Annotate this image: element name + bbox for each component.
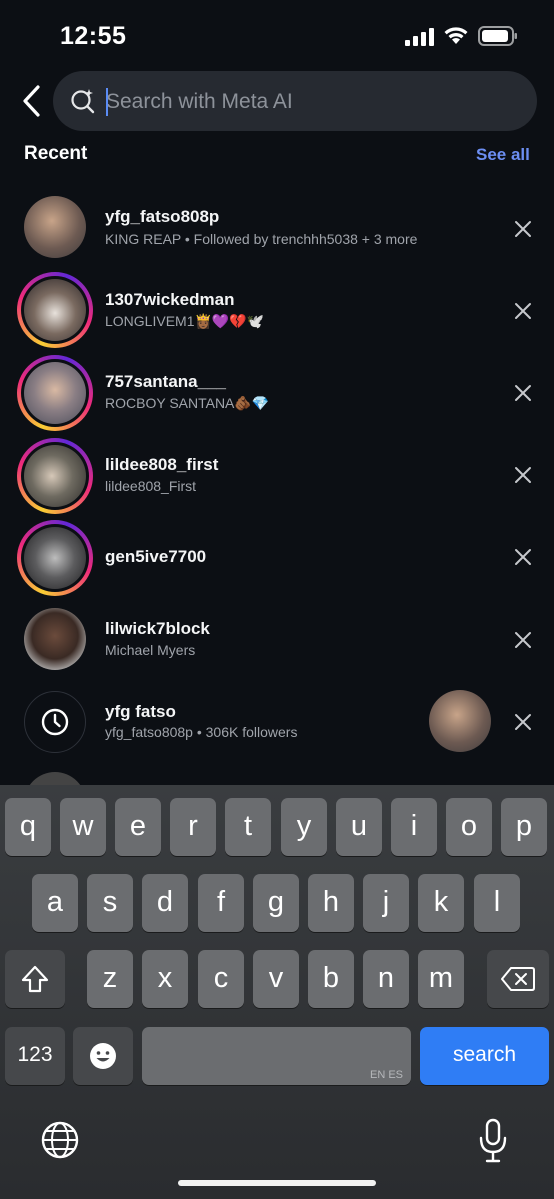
battery-icon (478, 26, 517, 46)
avatar (429, 690, 491, 752)
clock-icon (41, 708, 69, 736)
avatar (24, 445, 86, 507)
remove-icon[interactable] (512, 629, 534, 651)
delete-key[interactable] (487, 950, 549, 1008)
recent-search-item[interactable]: yfg fatso yfg_fatso808p • 306K followers (0, 681, 554, 763)
avatar (24, 362, 86, 424)
key-s[interactable]: s (87, 874, 133, 932)
backspace-icon (501, 967, 535, 991)
avatar (24, 196, 86, 258)
user-subtitle: LONGLIVEM1👸🏾💜💔🕊️ (105, 313, 265, 329)
key-e[interactable]: e (115, 798, 161, 856)
remove-icon[interactable] (512, 300, 534, 322)
language-label: EN ES (369, 1069, 403, 1081)
key-k[interactable]: k (418, 874, 464, 932)
back-icon[interactable] (18, 84, 48, 118)
username: lildee808_first (105, 455, 219, 474)
signal-icon (405, 28, 434, 46)
recent-item[interactable]: 1307wickedman LONGLIVEM1👸🏾💜💔🕊️ (0, 268, 554, 350)
key-f[interactable]: f (198, 874, 244, 932)
key-o[interactable]: o (446, 798, 492, 856)
see-all-link[interactable]: See all (476, 145, 530, 165)
recent-item[interactable]: gen5ive7700 (0, 516, 554, 598)
emoji-icon (90, 1043, 116, 1069)
recent-item[interactable]: yfg_fatso808p KING REAP • Followed by tr… (0, 186, 554, 268)
username: gen5ive7700 (105, 547, 207, 566)
key-g[interactable]: g (253, 874, 299, 932)
user-subtitle: ROCBOY SANTANA🫵🏾💎 (105, 395, 270, 411)
avatar (24, 527, 86, 589)
username: 757santana___ (105, 372, 226, 391)
remove-icon[interactable] (512, 711, 534, 733)
avatar (24, 279, 86, 341)
space-key[interactable]: EN ES (142, 1027, 411, 1085)
wifi-icon (444, 27, 468, 44)
recent-heading: Recent (24, 143, 88, 164)
recent-item[interactable]: lildee808_first lildee808_First (0, 434, 554, 516)
key-z[interactable]: z (87, 950, 133, 1008)
status-time: 12:55 (60, 22, 127, 50)
key-c[interactable]: c (198, 950, 244, 1008)
key-b[interactable]: b (308, 950, 354, 1008)
microphone-icon[interactable] (477, 1118, 509, 1164)
user-subtitle: KING REAP • Followed by trenchhh5038 + 3… (105, 231, 418, 247)
key-p[interactable]: p (501, 798, 547, 856)
search-input[interactable] (106, 87, 506, 117)
key-n[interactable]: n (363, 950, 409, 1008)
key-d[interactable]: d (142, 874, 188, 932)
user-subtitle: yfg_fatso808p • 306K followers (105, 724, 298, 740)
username: lilwick7block (105, 619, 210, 638)
key-h[interactable]: h (308, 874, 354, 932)
remove-icon[interactable] (512, 382, 534, 404)
key-r[interactable]: r (170, 798, 216, 856)
numbers-key[interactable]: 123 (5, 1027, 65, 1085)
key-y[interactable]: y (281, 798, 327, 856)
recent-item[interactable]: 757santana___ ROCBOY SANTANA🫵🏾💎 (0, 351, 554, 433)
key-m[interactable]: m (418, 950, 464, 1008)
remove-icon[interactable] (512, 464, 534, 486)
key-i[interactable]: i (391, 798, 437, 856)
key-j[interactable]: j (363, 874, 409, 932)
shift-key[interactable] (5, 950, 65, 1008)
remove-icon[interactable] (512, 546, 534, 568)
key-w[interactable]: w (60, 798, 106, 856)
shift-icon (21, 965, 49, 993)
recent-item[interactable]: lilwick7block Michael Myers (0, 598, 554, 680)
user-subtitle: Michael Myers (105, 642, 196, 658)
key-a[interactable]: a (32, 874, 78, 932)
meta-ai-search-icon (71, 89, 95, 114)
search-term: yfg fatso (105, 702, 176, 721)
key-q[interactable]: q (5, 798, 51, 856)
key-l[interactable]: l (474, 874, 520, 932)
emoji-key[interactable] (73, 1027, 133, 1085)
key-x[interactable]: x (142, 950, 188, 1008)
remove-icon[interactable] (512, 218, 534, 240)
text-cursor (106, 88, 108, 116)
user-subtitle: lildee808_First (105, 478, 197, 494)
search-key[interactable]: search (420, 1027, 549, 1085)
key-u[interactable]: u (336, 798, 382, 856)
globe-icon[interactable] (40, 1120, 80, 1160)
keyboard: q w e r t y u i o p a s d f g h j k l z … (0, 785, 554, 1199)
username: yfg_fatso808p (105, 207, 220, 226)
key-t[interactable]: t (225, 798, 271, 856)
key-v[interactable]: v (253, 950, 299, 1008)
avatar (24, 608, 86, 670)
home-indicator (178, 1180, 376, 1186)
username: 1307wickedman (105, 290, 235, 309)
